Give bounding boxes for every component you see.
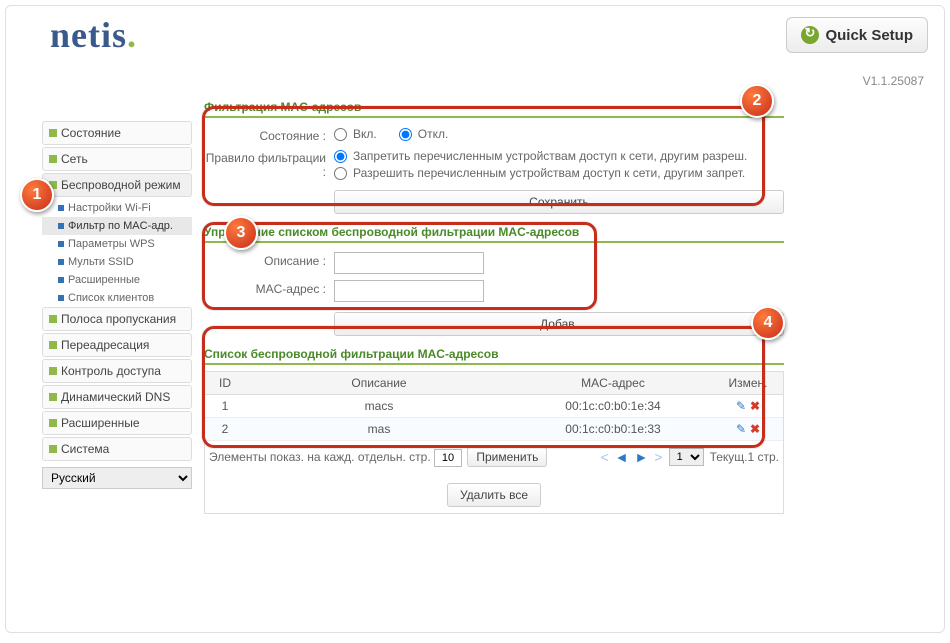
- badge-3: 3: [224, 216, 258, 250]
- edit-icon[interactable]: ✎: [736, 422, 746, 436]
- state-off-radio[interactable]: [399, 128, 412, 141]
- section-title-manage: Управление списком беспроводной фильтрац…: [204, 225, 784, 243]
- badge-4: 4: [751, 306, 785, 340]
- last-page-icon[interactable]: >: [654, 449, 662, 465]
- refresh-icon: [801, 26, 819, 44]
- logo-dot: .: [127, 15, 137, 55]
- sidebar-sub-clients[interactable]: Список клиентов: [42, 289, 192, 307]
- next-page-icon[interactable]: ►: [635, 449, 649, 465]
- bullet-icon: [58, 295, 64, 301]
- sidebar-item-advanced[interactable]: Расширенные: [42, 411, 192, 435]
- rule-allow-radio[interactable]: [334, 167, 347, 180]
- mac-table: ID Описание MAC-адрес Измен. 1 macs 00:1…: [204, 371, 784, 514]
- sidebar-item-network[interactable]: Сеть: [42, 147, 192, 171]
- delete-all-button[interactable]: Удалить все: [447, 483, 541, 507]
- badge-2: 2: [740, 84, 774, 118]
- mac-input[interactable]: [334, 280, 484, 302]
- bullet-icon: [49, 315, 57, 323]
- sidebar-sub-mac-filter[interactable]: Фильтр по MAC-адр.: [42, 217, 192, 235]
- bullet-icon: [49, 341, 57, 349]
- bullet-icon: [58, 205, 64, 211]
- edit-icon[interactable]: ✎: [736, 399, 746, 413]
- table-row: 2 mas 00:1c:c0:b0:1e:33 ✎✖: [205, 418, 783, 441]
- bullet-icon: [49, 155, 57, 163]
- bullet-icon: [49, 367, 57, 375]
- th-id: ID: [205, 372, 245, 394]
- language-select[interactable]: Русский: [42, 467, 192, 489]
- bullet-icon: [49, 393, 57, 401]
- desc-input[interactable]: [334, 252, 484, 274]
- sidebar-item-wireless[interactable]: Беспроводной режим: [42, 173, 192, 197]
- page-select[interactable]: 1: [669, 448, 704, 466]
- sidebar-sub-multi-ssid[interactable]: Мульти SSID: [42, 253, 192, 271]
- bullet-icon: [49, 445, 57, 453]
- sidebar-sub-wifi[interactable]: Настройки Wi-Fi: [42, 199, 192, 217]
- section-title-filter: Фильтрация MAC-адресов: [204, 100, 784, 118]
- quick-setup-label: Quick Setup: [825, 27, 913, 44]
- bullet-icon: [58, 259, 64, 265]
- rule-deny-radio[interactable]: [334, 150, 347, 163]
- bullet-icon: [49, 419, 57, 427]
- content-area: Фильтрация MAC-адресов Состояние : Вкл. …: [204, 92, 784, 514]
- state-label: Состояние :: [204, 127, 334, 143]
- state-on-radio[interactable]: [334, 128, 347, 141]
- quick-setup-button[interactable]: Quick Setup: [786, 17, 928, 53]
- sidebar-sub-advanced[interactable]: Расширенные: [42, 271, 192, 289]
- rule-label: Правило фильтрации :: [204, 149, 334, 179]
- pager-text: Элементы показ. на кажд. отдельн. стр.: [209, 450, 431, 464]
- th-act: Измен.: [713, 372, 783, 394]
- sidebar-item-status[interactable]: Состояние: [42, 121, 192, 145]
- th-desc: Описание: [245, 372, 513, 394]
- section-title-list: Список беспроводной фильтрации MAC-адрес…: [204, 347, 784, 365]
- desc-label: Описание :: [204, 252, 334, 268]
- current-page-text: Текущ.1 стр.: [710, 450, 779, 464]
- table-row: 1 macs 00:1c:c0:b0:1e:34 ✎✖: [205, 395, 783, 418]
- first-page-icon[interactable]: <: [600, 449, 608, 465]
- th-mac: MAC-адрес: [513, 372, 713, 394]
- mac-label: MAC-адрес :: [204, 280, 334, 296]
- logo: netis.: [50, 14, 137, 56]
- bullet-icon: [58, 277, 64, 283]
- sidebar-item-ddns[interactable]: Динамический DNS: [42, 385, 192, 409]
- sidebar: Состояние Сеть Беспроводной режим Настро…: [42, 121, 192, 489]
- sidebar-item-access[interactable]: Контроль доступа: [42, 359, 192, 383]
- prev-page-icon[interactable]: ◄: [615, 449, 629, 465]
- apply-button[interactable]: Применить: [467, 447, 547, 467]
- sidebar-item-bandwidth[interactable]: Полоса пропускания: [42, 307, 192, 331]
- delete-icon[interactable]: ✖: [750, 399, 760, 413]
- badge-1: 1: [20, 178, 54, 212]
- per-page-input[interactable]: [434, 449, 462, 467]
- sidebar-item-system[interactable]: Система: [42, 437, 192, 461]
- bullet-icon: [58, 241, 64, 247]
- version-text: V1.1.25087: [863, 74, 924, 88]
- save-button[interactable]: Сохранить: [334, 190, 784, 214]
- bullet-icon: [49, 129, 57, 137]
- add-button[interactable]: Добав.: [334, 312, 784, 336]
- sidebar-item-forwarding[interactable]: Переадресация: [42, 333, 192, 357]
- bullet-icon: [58, 223, 64, 229]
- sidebar-sub-wps[interactable]: Параметры WPS: [42, 235, 192, 253]
- delete-icon[interactable]: ✖: [750, 422, 760, 436]
